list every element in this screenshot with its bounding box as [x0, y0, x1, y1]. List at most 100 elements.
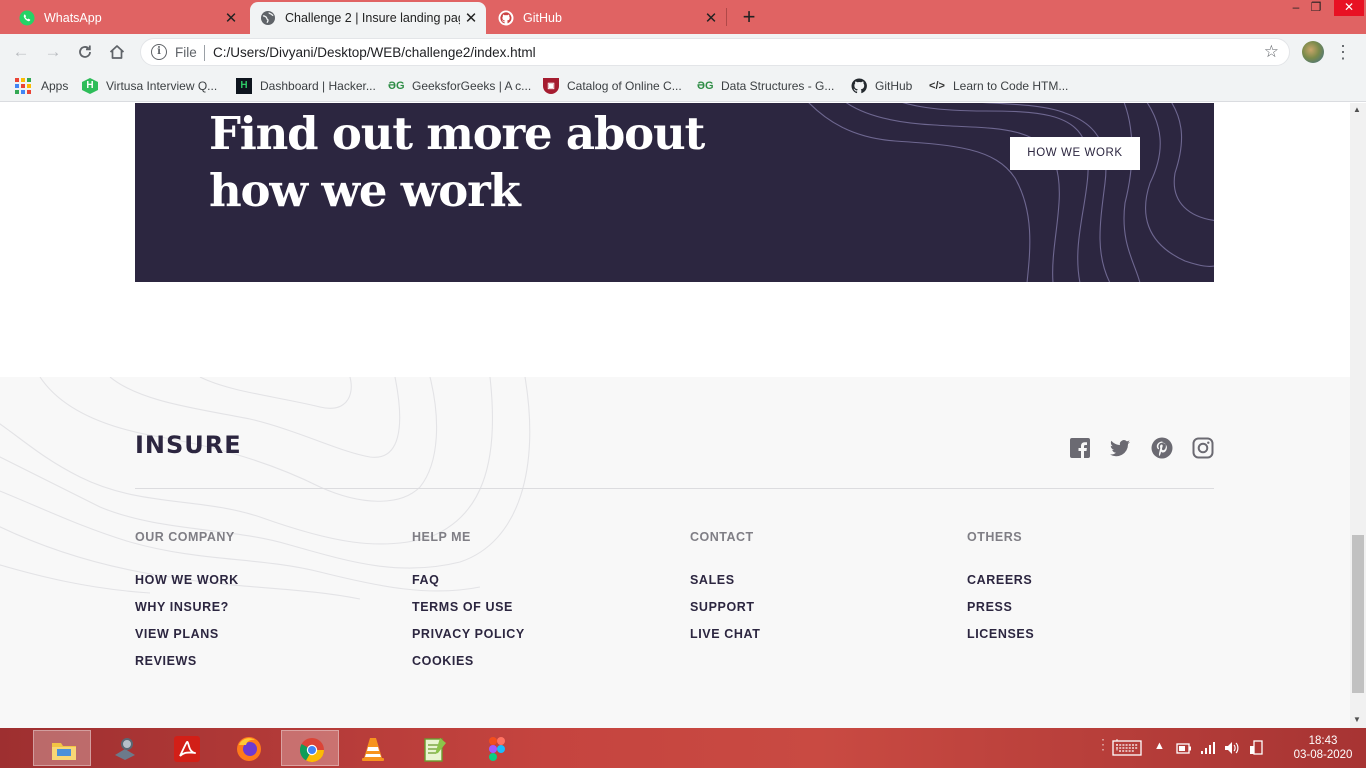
url-scheme: File — [175, 45, 197, 60]
scroll-down-arrow-icon[interactable]: ▼ — [1353, 715, 1361, 724]
acrobat-icon — [174, 736, 200, 762]
bookmark-label: Dashboard | Hacker... — [260, 79, 376, 93]
bookmark-virtusa[interactable]: H Virtusa Interview Q... — [82, 77, 217, 95]
address-bar[interactable]: i File C:/Users/Divyani/Desktop/WEB/chal… — [140, 38, 1290, 66]
footer-link-licenses[interactable]: LICENSES — [967, 625, 1034, 652]
footer-link-careers[interactable]: CAREERS — [967, 571, 1034, 598]
tab-close-icon[interactable]: ✕ — [700, 9, 722, 27]
reload-icon[interactable] — [74, 41, 96, 63]
show-hidden-icons-chevron-icon[interactable]: ▲ — [1154, 740, 1165, 752]
footer-column-heading: OUR COMPANY — [135, 530, 235, 544]
battery-icon[interactable] — [1176, 741, 1192, 755]
clock-time: 18:43 — [1308, 735, 1338, 747]
bookmark-star-icon[interactable]: ☆ — [1264, 42, 1279, 62]
new-tab-button[interactable]: + — [735, 3, 763, 31]
how-we-work-button[interactable]: HOW WE WORK — [1010, 137, 1140, 170]
bookmark-label: GitHub — [875, 79, 913, 93]
bookmark-label: Virtusa Interview Q... — [106, 79, 218, 93]
facebook-icon[interactable] — [1069, 437, 1091, 459]
bookmark-label: Data Structures - G... — [721, 79, 835, 93]
footer-link-reviews[interactable]: REVIEWS — [135, 652, 239, 679]
tab-title: GitHub — [523, 11, 562, 25]
firefox-icon — [237, 737, 261, 761]
clock-date: 03-08-2020 — [1293, 749, 1353, 761]
network-signal-icon[interactable] — [1200, 741, 1216, 755]
settings-app-icon — [115, 738, 135, 760]
footer-link-sales[interactable]: SALES — [690, 571, 760, 598]
footer-link-privacy-policy[interactable]: PRIVACY POLICY — [412, 625, 525, 652]
site-footer: INSURE OUR COMPANY HOW WE WORK WHY INSUR… — [0, 377, 1350, 728]
scroll-up-arrow-icon[interactable]: ▲ — [1353, 105, 1361, 114]
bookmark-geeksforgeeks[interactable]: ƏG GeeksforGeeks | A c... — [388, 77, 531, 95]
footer-link-support[interactable]: SUPPORT — [690, 598, 760, 625]
page-scrollbar[interactable]: ▲ ▼ — [1350, 103, 1366, 728]
menu-kebab-icon[interactable]: ⋮ — [1334, 40, 1352, 64]
bookmark-data-structures[interactable]: ƏG Data Structures - G... — [697, 77, 834, 95]
minimize-icon[interactable]: – — [1285, 0, 1307, 16]
bookmark-learn-to-code[interactable]: </> Learn to Code HTM... — [929, 77, 1068, 95]
github-icon — [498, 10, 514, 26]
notification-area-icon[interactable] — [1248, 740, 1264, 756]
tab-close-icon[interactable]: ✕ — [460, 9, 482, 27]
footer-link-how-we-work[interactable]: HOW WE WORK — [135, 571, 239, 598]
home-icon[interactable] — [106, 41, 128, 63]
info-icon[interactable]: i — [151, 44, 167, 60]
forward-arrow-icon[interactable]: → — [42, 41, 64, 63]
footer-link-live-chat[interactable]: LIVE CHAT — [690, 625, 760, 652]
github-icon — [851, 78, 867, 94]
bookmark-label: Apps — [41, 79, 69, 93]
instagram-icon[interactable] — [1192, 437, 1214, 459]
back-arrow-icon[interactable]: ← — [10, 41, 32, 63]
browser-toolbar: ← → i File C:/Users/Divyani/Desktop/WEB/… — [0, 34, 1366, 70]
whatsapp-icon — [19, 10, 35, 26]
close-window-icon[interactable]: ✕ — [1334, 0, 1364, 16]
vlc-icon — [362, 738, 384, 761]
scrollbar-thumb[interactable] — [1352, 535, 1364, 693]
browser-tab-strip: WhatsApp ✕ Challenge 2 | Insure landing … — [0, 0, 1366, 34]
profile-avatar[interactable] — [1302, 41, 1324, 63]
footer-column-heading: OTHERS — [967, 530, 1023, 544]
taskbar-clock[interactable]: 18:43 03-08-2020 — [1288, 734, 1358, 762]
tab-title: Challenge 2 | Insure landing page — [285, 11, 460, 25]
taskbar-settings-app[interactable] — [95, 730, 153, 766]
keyboard-icon[interactable] — [1112, 740, 1142, 756]
pinterest-icon[interactable] — [1151, 437, 1173, 459]
tab-whatsapp[interactable]: WhatsApp ✕ — [0, 2, 246, 34]
hackerearth-icon: H — [82, 78, 98, 94]
bookmark-label: Catalog of Online C... — [567, 79, 682, 93]
footer-link-terms-of-use[interactable]: TERMS OF USE — [412, 598, 525, 625]
bookmarks-bar: Apps H Virtusa Interview Q... H Dashboar… — [0, 70, 1366, 102]
footer-link-cookies[interactable]: COOKIES — [412, 652, 525, 679]
tab-challenge-2[interactable]: Challenge 2 | Insure landing page ✕ — [250, 2, 486, 34]
twitter-icon[interactable] — [1109, 437, 1131, 459]
footer-column-our-company: OUR COMPANY HOW WE WORK WHY INSURE? VIEW… — [135, 530, 239, 679]
footer-link-faq[interactable]: FAQ — [412, 571, 525, 598]
taskbar-figma[interactable] — [467, 730, 525, 766]
taskbar-file-explorer[interactable] — [33, 730, 91, 766]
bookmark-hackerrank[interactable]: H Dashboard | Hacker... — [236, 77, 376, 95]
footer-link-press[interactable]: PRESS — [967, 598, 1034, 625]
taskbar-firefox[interactable] — [219, 730, 277, 766]
url-text[interactable]: C:/Users/Divyani/Desktop/WEB/challenge2/… — [213, 45, 536, 60]
taskbar-acrobat[interactable] — [157, 730, 215, 766]
restore-icon[interactable]: ❐ — [1305, 0, 1327, 16]
footer-column-contact: CONTACT SALES SUPPORT LIVE CHAT — [690, 530, 760, 652]
logo-text: INSURE — [135, 434, 242, 456]
taskbar-vlc[interactable] — [343, 730, 401, 766]
geeksforgeeks-icon: ƏG — [697, 80, 714, 92]
bookmark-github[interactable]: GitHub — [851, 77, 912, 95]
footer-divider — [135, 488, 1214, 489]
code-brackets-icon: </> — [929, 80, 945, 92]
bookmark-label: Learn to Code HTM... — [953, 79, 1069, 93]
taskbar-chrome[interactable] — [281, 730, 339, 766]
footer-link-view-plans[interactable]: VIEW PLANS — [135, 625, 239, 652]
volume-icon[interactable] — [1224, 741, 1240, 755]
bookmark-harvard[interactable]: ▣ Catalog of Online C... — [543, 77, 682, 95]
footer-link-why-insure[interactable]: WHY INSURE? — [135, 598, 239, 625]
bookmark-apps[interactable]: Apps — [15, 77, 68, 95]
taskbar-notepadpp[interactable] — [405, 730, 463, 766]
insure-logo[interactable]: INSURE — [135, 434, 248, 456]
notepadpp-icon — [424, 738, 446, 762]
tab-github[interactable]: GitHub ✕ — [490, 2, 726, 34]
tab-close-icon[interactable]: ✕ — [220, 9, 242, 27]
